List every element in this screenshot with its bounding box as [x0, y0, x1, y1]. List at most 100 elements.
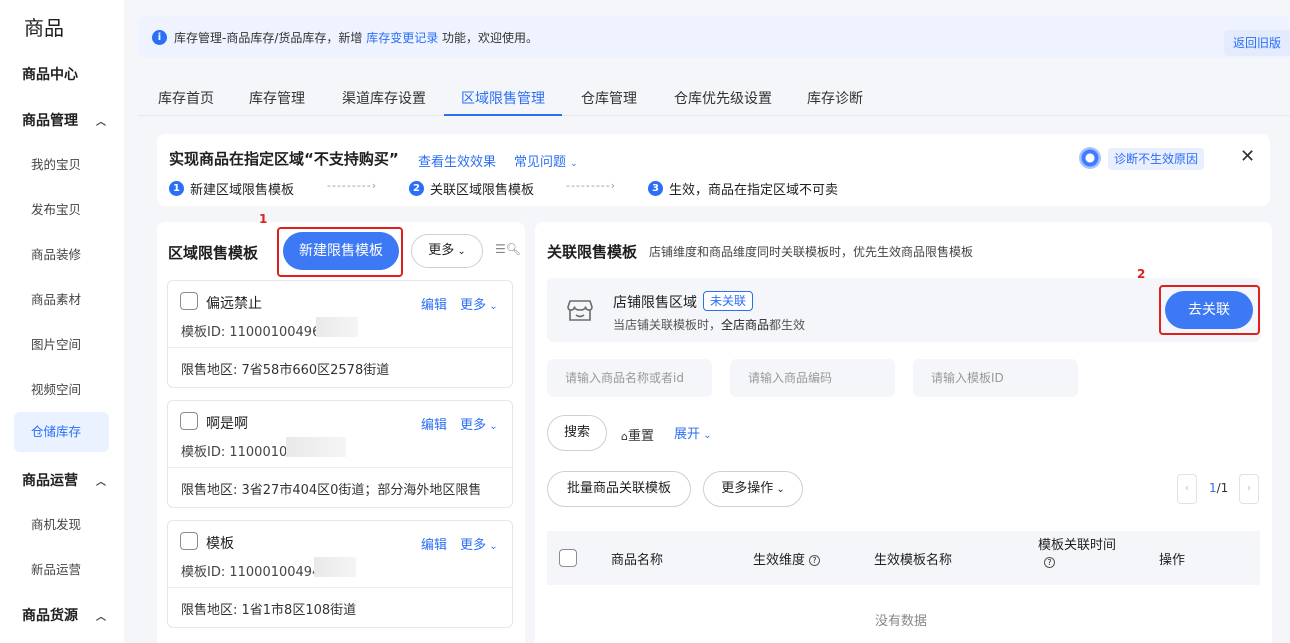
prev-page-button[interactable]: ‹ [1177, 474, 1197, 504]
template-area: 限售地区: 7省58市660区2578街道 [181, 363, 390, 378]
help-icon[interactable]: ? [1044, 557, 1055, 568]
template-more-link[interactable]: 更多 ⌄ [460, 534, 498, 553]
next-page-button[interactable]: › [1239, 474, 1259, 504]
redacted-block [316, 317, 358, 337]
close-icon[interactable]: ✕ [1240, 146, 1255, 167]
template-card[interactable]: 啊是啊 编辑 更多 ⌄ 模板ID: 110001004 限售地区: 3省27市4… [167, 400, 513, 508]
tab-channel-stock-settings[interactable]: 渠道库存设置 [342, 88, 426, 108]
reset-button[interactable]: ⌂重置 [621, 425, 654, 444]
divider [168, 347, 512, 348]
column-effect-dimension: 生效维度? [753, 549, 821, 568]
notice-text: 库存管理-商品库存/货品库存，新增 库存变更记录 功能，欢迎使用。 [174, 31, 539, 45]
link-template-subtitle: 店铺维度和商品维度同时关联模板时，优先生效商品限售模板 [649, 245, 974, 259]
sidebar-item-my-items[interactable]: 我的宝贝 [31, 154, 81, 173]
back-to-old-version-button[interactable]: 返回旧版 [1224, 30, 1290, 56]
new-template-button[interactable]: 新建限售模板 [283, 232, 399, 270]
shop-restriction-box: 店铺限售区域 未关联 当店铺关联模板时，全店商品都生效 [547, 278, 1261, 342]
step-arrow-icon: ---------› [566, 179, 617, 192]
template-more-link[interactable]: 更多 ⌄ [460, 294, 498, 313]
table-header: 商品名称 生效维度? 生效模板名称 模板关联时间? 操作 [547, 531, 1260, 585]
shop-restriction-name: 店铺限售区域 [613, 295, 697, 311]
chevron-up-icon: ︿ [96, 611, 106, 623]
help-icon[interactable]: ? [809, 555, 821, 566]
divider [168, 587, 512, 588]
link-template-title: 关联限售模板 [547, 243, 638, 261]
reset-icon: ⌂ [621, 430, 628, 443]
sidebar-item-publish[interactable]: 发布宝贝 [31, 199, 81, 218]
status-badge: 未关联 [703, 291, 754, 311]
template-checkbox[interactable] [180, 292, 198, 310]
more-operations-button[interactable]: 更多操作 ⌄ [703, 471, 803, 507]
step-arrow-icon: ---------› [327, 179, 378, 192]
edit-template-link[interactable]: 编辑 [421, 534, 447, 553]
template-more-link[interactable]: 更多 ⌄ [460, 414, 498, 433]
chevron-up-icon: ︿ [96, 476, 106, 488]
tab-regional-restriction[interactable]: 区域限售管理 [461, 88, 545, 108]
sidebar-item-new-products[interactable]: 新品运营 [31, 559, 81, 578]
edit-template-link[interactable]: 编辑 [421, 294, 447, 313]
template-name: 啊是啊 [206, 416, 248, 432]
sidebar-group-product-source[interactable]: 商品货源 ︿ [22, 605, 106, 625]
template-list-panel: 区域限售模板 1 新建限售模板 更多 ⌄ ☰🔍︎ 偏远禁止 编辑 更多 ⌄ 模板… [157, 212, 525, 643]
sidebar-item-image-space[interactable]: 图片空间 [31, 334, 81, 353]
step-2: 2 关联区域限售模板 [409, 179, 534, 198]
product-name-input[interactable] [547, 359, 712, 397]
chevron-down-icon: ⌄ [773, 484, 785, 495]
tab-warehouse-management[interactable]: 仓库管理 [581, 88, 637, 108]
step-1: 1 新建区域限售模板 [169, 179, 294, 198]
sidebar-item-materials[interactable]: 商品素材 [31, 289, 81, 308]
template-checkbox[interactable] [180, 412, 198, 430]
empty-state: 没有数据 [875, 614, 928, 629]
sidebar: 商品 商品中心 商品管理 ︿ 我的宝贝 发布宝贝 商品装修 商品素材 图片空间 视… [0, 0, 124, 643]
chevron-down-icon: ⌄ [700, 430, 712, 441]
sidebar-item-warehouse-stock[interactable]: 仓储库存 [14, 412, 109, 452]
annotation-1: 1 [259, 212, 268, 226]
template-card[interactable]: 偏远禁止 编辑 更多 ⌄ 模板ID: 11000100496 限售地区: 7省5… [167, 280, 513, 388]
expand-button[interactable]: 展开 ⌄ [674, 423, 712, 442]
tab-stock-management[interactable]: 库存管理 [249, 88, 305, 108]
sidebar-item-video-space[interactable]: 视频空间 [31, 379, 81, 398]
edit-template-link[interactable]: 编辑 [421, 414, 447, 433]
tab-warehouse-priority[interactable]: 仓库优先级设置 [674, 88, 772, 108]
product-code-input[interactable] [730, 359, 895, 397]
info-icon: i [152, 30, 167, 45]
shop-icon [567, 300, 593, 321]
template-id: 模板ID: 11000100496 [181, 325, 321, 340]
template-card[interactable]: 模板 编辑 更多 ⌄ 模板ID: 110001004947 限售地区: 1省1市… [167, 520, 513, 628]
stock-change-log-link[interactable]: 库存变更记录 [366, 31, 438, 45]
column-actions: 操作 [1159, 553, 1186, 568]
sidebar-group-product-operation[interactable]: 商品运营 ︿ [22, 470, 106, 490]
search-button[interactable]: 搜索 [547, 415, 607, 451]
diagnose-bot-icon[interactable] [1079, 147, 1101, 169]
select-all-checkbox[interactable] [559, 549, 577, 567]
filter-search-icon[interactable]: ☰🔍︎ [495, 242, 521, 256]
faq-link[interactable]: 常见问题 ⌄ [514, 151, 578, 170]
template-id-input[interactable] [913, 359, 1078, 397]
view-effect-link[interactable]: 查看生效效果 [418, 151, 496, 170]
sidebar-group-product-management[interactable]: 商品管理 ︿ [22, 110, 106, 130]
template-name: 模板 [206, 536, 234, 552]
active-tab-indicator [444, 114, 562, 116]
tab-stock-diagnosis[interactable]: 库存诊断 [807, 88, 863, 108]
chevron-down-icon: ⌄ [486, 541, 498, 552]
batch-link-button[interactable]: 批量商品关联模板 [547, 471, 691, 507]
template-list-title: 区域限售模板 [168, 244, 259, 262]
diagnose-button[interactable]: 诊断不生效原因 [1108, 148, 1204, 170]
sidebar-group-product-center[interactable]: 商品中心 [22, 64, 78, 84]
redacted-block [286, 437, 346, 457]
guide-banner: 实现商品在指定区域“不支持购买” 查看生效效果 常见问题 ⌄ 1 新建区域限售模板… [157, 134, 1270, 206]
template-name: 偏远禁止 [206, 296, 262, 312]
sidebar-title: 商品 [24, 16, 64, 40]
sidebar-item-decoration[interactable]: 商品装修 [31, 244, 81, 263]
column-link-time: 模板关联时间? [1038, 538, 1117, 568]
more-button[interactable]: 更多 ⌄ [411, 234, 483, 268]
go-link-button[interactable]: 去关联 [1165, 291, 1253, 329]
shop-restriction-desc: 当店铺关联模板时，全店商品都生效 [613, 318, 806, 332]
tab-bar: 库存首页 库存管理 渠道库存设置 区域限售管理 仓库管理 仓库优先级设置 库存诊… [138, 78, 1290, 116]
chevron-down-icon: ⌄ [570, 159, 578, 169]
sidebar-item-opportunity[interactable]: 商机发现 [31, 514, 81, 533]
chevron-down-icon: ⌄ [486, 421, 498, 432]
template-checkbox[interactable] [180, 532, 198, 550]
chevron-down-icon: ⌄ [486, 301, 498, 312]
tab-stock-home[interactable]: 库存首页 [158, 88, 214, 108]
